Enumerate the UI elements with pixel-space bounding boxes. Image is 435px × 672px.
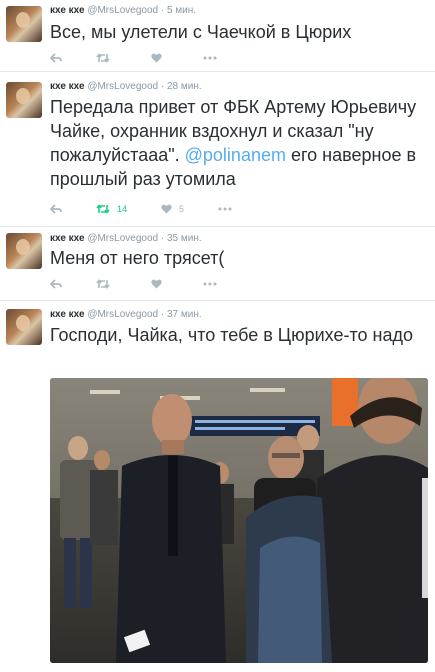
author-handle[interactable]: @MrsLovegood (87, 233, 158, 244)
tweet-photo[interactable] (50, 378, 428, 663)
author-name[interactable]: кхе кхе (50, 309, 85, 320)
retweet-icon (96, 279, 110, 289)
retweet-icon (96, 204, 110, 214)
tweet-text: Передала привет от ФБК Артему Юрьевичу Ч… (50, 95, 430, 191)
tweet-text: Все, мы улетели с Чаечкой в Цюрих (50, 22, 352, 42)
tweet-1[interactable]: кхе кхе @MrsLovegood · 5 мин. Все, мы ул… (0, 0, 435, 72)
reply-icon (50, 53, 62, 63)
retweet-count: 14 (117, 204, 128, 214)
author-handle[interactable]: @MrsLovegood (87, 81, 158, 92)
tweet-2[interactable]: кхе кхе @MrsLovegood · 28 мин. Передала … (0, 72, 435, 227)
mention-link[interactable]: @polinanem (185, 145, 286, 165)
author-name[interactable]: кхе кхе (50, 81, 85, 92)
tweet-actions (50, 277, 251, 291)
timestamp[interactable]: · 28 мин. (161, 81, 202, 92)
reply-icon (50, 279, 62, 289)
like-icon (151, 279, 162, 289)
reply-button[interactable] (50, 204, 62, 214)
avatar[interactable] (6, 233, 42, 269)
reply-button[interactable] (50, 53, 62, 63)
more-button[interactable] (218, 207, 232, 211)
timestamp[interactable]: · 37 мин. (161, 309, 202, 320)
avatar[interactable] (6, 82, 42, 118)
tweet-3[interactable]: кхе кхе @MrsLovegood · 35 мин. Меня от н… (0, 227, 435, 301)
reply-button[interactable] (50, 279, 62, 289)
tweet-header: кхе кхе @MrsLovegood · 28 мин. (50, 81, 202, 92)
like-count: 5 (179, 204, 185, 214)
timestamp[interactable]: · 35 мин. (161, 233, 202, 244)
more-icon (218, 207, 232, 211)
retweet-button[interactable] (96, 279, 117, 289)
author-handle[interactable]: @MrsLovegood (87, 309, 158, 320)
avatar[interactable] (6, 6, 42, 42)
tweet-actions: 14 5 (50, 202, 266, 216)
retweet-icon (96, 53, 110, 63)
like-button[interactable] (151, 279, 169, 289)
tweet-header: кхе кхе @MrsLovegood · 37 мин. (50, 309, 202, 320)
more-button[interactable] (203, 56, 217, 60)
like-button[interactable] (151, 53, 169, 63)
avatar[interactable] (6, 309, 42, 345)
tweet-actions (50, 51, 251, 65)
airport-photo-illustration (50, 378, 428, 663)
tweet-header: кхе кхе @MrsLovegood · 35 мин. (50, 233, 202, 244)
like-icon (151, 53, 162, 63)
more-icon (203, 56, 217, 60)
retweet-button[interactable] (96, 53, 117, 63)
tweet-text: Меня от него трясет( (50, 248, 225, 268)
more-button[interactable] (203, 282, 217, 286)
tweet-text: Господи, Чайка, что тебе в Цюрихе-то над… (50, 325, 413, 345)
reply-icon (50, 204, 62, 214)
retweet-button[interactable]: 14 (96, 204, 127, 214)
tweet-header: кхе кхе @MrsLovegood · 5 мин. (50, 5, 196, 16)
more-icon (203, 282, 217, 286)
author-name[interactable]: кхе кхе (50, 233, 85, 244)
timestamp[interactable]: · 5 мин. (161, 5, 196, 16)
author-name[interactable]: кхе кхе (50, 5, 85, 16)
author-handle[interactable]: @MrsLovegood (87, 5, 158, 16)
like-button[interactable]: 5 (161, 204, 184, 214)
like-icon (161, 204, 172, 214)
